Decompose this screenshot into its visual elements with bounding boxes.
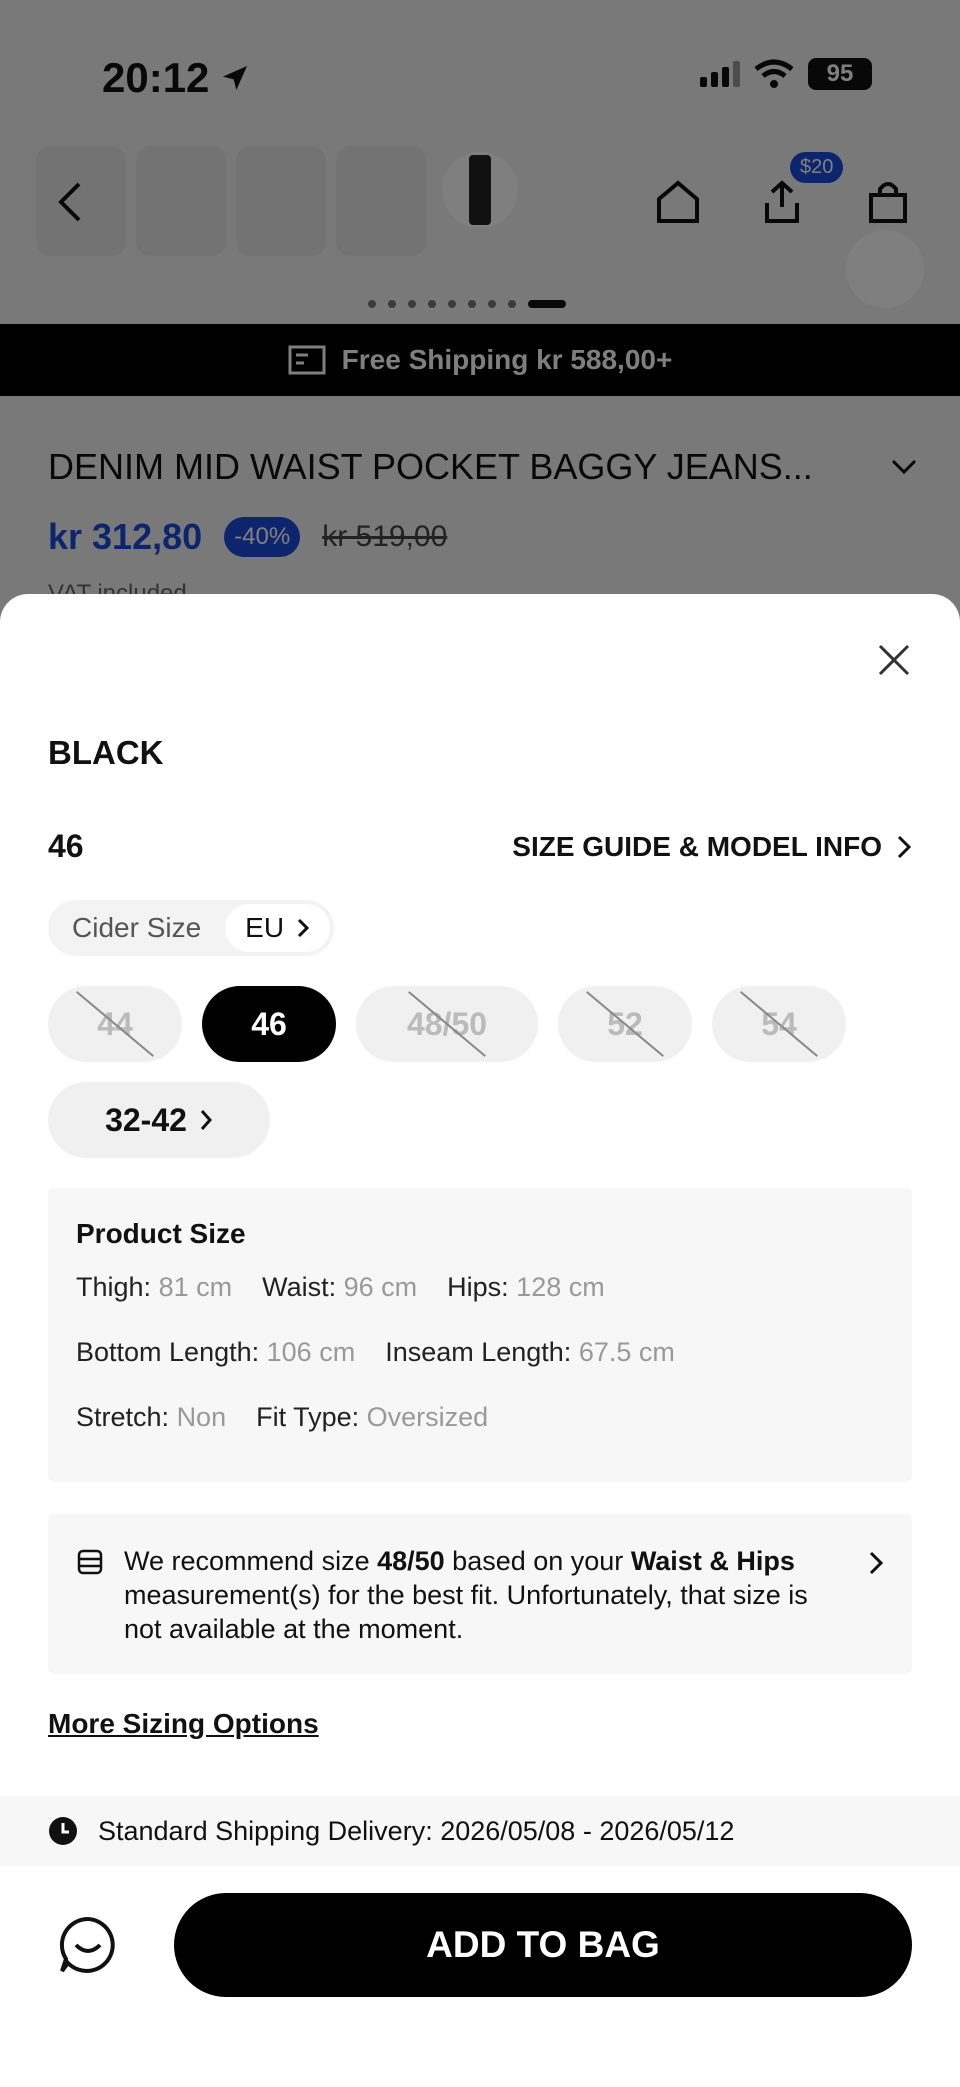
size-option-44[interactable]: 44 (48, 986, 182, 1062)
measurement-row: Bottom Length: 106 cm Inseam Length: 67.… (76, 1337, 884, 1368)
fit-type-value: Oversized (366, 1402, 489, 1432)
size-system-selector[interactable]: Cider Size EU (48, 900, 335, 956)
bottom-length-label: Bottom Length: (76, 1337, 260, 1367)
recommend-text-part: based on your (444, 1546, 631, 1576)
inseam-label: Inseam Length: (385, 1337, 572, 1367)
recommend-text-part: We recommend size (124, 1546, 378, 1576)
size-option-54[interactable]: 54 (712, 986, 846, 1062)
thigh-label: Thigh: (76, 1272, 152, 1302)
add-to-bag-button[interactable]: ADD TO BAG (174, 1893, 912, 1997)
delivery-text: Standard Shipping Delivery: 2026/05/08 -… (98, 1815, 735, 1846)
delivery-info: Standard Shipping Delivery: 2026/05/08 -… (0, 1796, 960, 1866)
database-icon (77, 1549, 103, 1575)
measurement-row: Stretch: Non Fit Type: Oversized (76, 1402, 884, 1433)
size-options: 44 46 48/50 52 54 32-42 (48, 986, 928, 1158)
recommendation-text: We recommend size 48/50 based on your Wa… (124, 1544, 848, 1644)
clock-icon (49, 1817, 77, 1845)
bottom-length-value: 106 cm (266, 1337, 356, 1367)
product-size-panel: Product Size Thigh: 81 cm Waist: 96 cm H… (48, 1188, 912, 1482)
size-option-48-50[interactable]: 48/50 (356, 986, 538, 1062)
hips-value: 128 cm (516, 1272, 605, 1302)
chat-icon (59, 1916, 115, 1973)
size-guide-text: SIZE GUIDE & MODEL INFO (512, 830, 882, 862)
close-button[interactable] (864, 630, 924, 690)
size-option-label: 48/50 (406, 1005, 488, 1042)
recommend-text-part: measurement(s) for the best fit. Unfortu… (124, 1580, 808, 1644)
size-guide-link[interactable]: SIZE GUIDE & MODEL INFO (512, 831, 912, 863)
chevron-right-icon (200, 1110, 212, 1130)
size-selection-sheet: BLACK 46 SIZE GUIDE & MODEL INFO Cider S… (0, 594, 960, 2087)
size-option-label: 46 (251, 1005, 287, 1042)
fit-type-label: Fit Type: (256, 1402, 360, 1432)
close-icon (878, 644, 910, 676)
thigh-value: 81 cm (158, 1272, 233, 1302)
size-option-label: 44 (97, 1005, 133, 1042)
waist-label: Waist: (262, 1272, 337, 1302)
size-option-46[interactable]: 46 (202, 986, 336, 1062)
product-size-heading: Product Size (76, 1218, 246, 1249)
size-system-label: Cider Size (72, 912, 202, 943)
recommended-size: 48/50 (377, 1546, 445, 1576)
color-name: BLACK (48, 734, 164, 771)
recommended-measurements: Waist & Hips (630, 1546, 795, 1576)
size-option-label: 52 (607, 1005, 643, 1042)
size-header-row: 46 SIZE GUIDE & MODEL INFO (48, 828, 912, 865)
bottom-action-bar: ADD TO BAG (0, 1880, 960, 2010)
size-option-label: 32-42 (105, 1101, 187, 1138)
size-option-label: 54 (761, 1005, 797, 1042)
measurement-row: Thigh: 81 cm Waist: 96 cm Hips: 128 cm (76, 1272, 884, 1303)
size-unit-toggle[interactable]: EU (225, 904, 331, 952)
hips-label: Hips: (447, 1272, 509, 1302)
chat-button[interactable] (48, 1905, 128, 1985)
chevron-right-icon (298, 918, 310, 938)
inseam-value: 67.5 cm (578, 1337, 675, 1367)
chevron-right-icon (869, 1551, 884, 1575)
size-option-52[interactable]: 52 (558, 986, 692, 1062)
more-sizing-options-link[interactable]: More Sizing Options (48, 1708, 319, 1740)
size-unit-text: EU (245, 912, 285, 943)
stretch-value: Non (176, 1402, 227, 1432)
selected-size-label: 46 (48, 828, 84, 864)
stretch-label: Stretch: (76, 1402, 170, 1432)
chevron-right-icon (897, 835, 912, 858)
size-option-32-42[interactable]: 32-42 (48, 1082, 270, 1158)
size-recommendation[interactable]: We recommend size 48/50 based on your Wa… (48, 1514, 912, 1674)
waist-value: 96 cm (343, 1272, 418, 1302)
